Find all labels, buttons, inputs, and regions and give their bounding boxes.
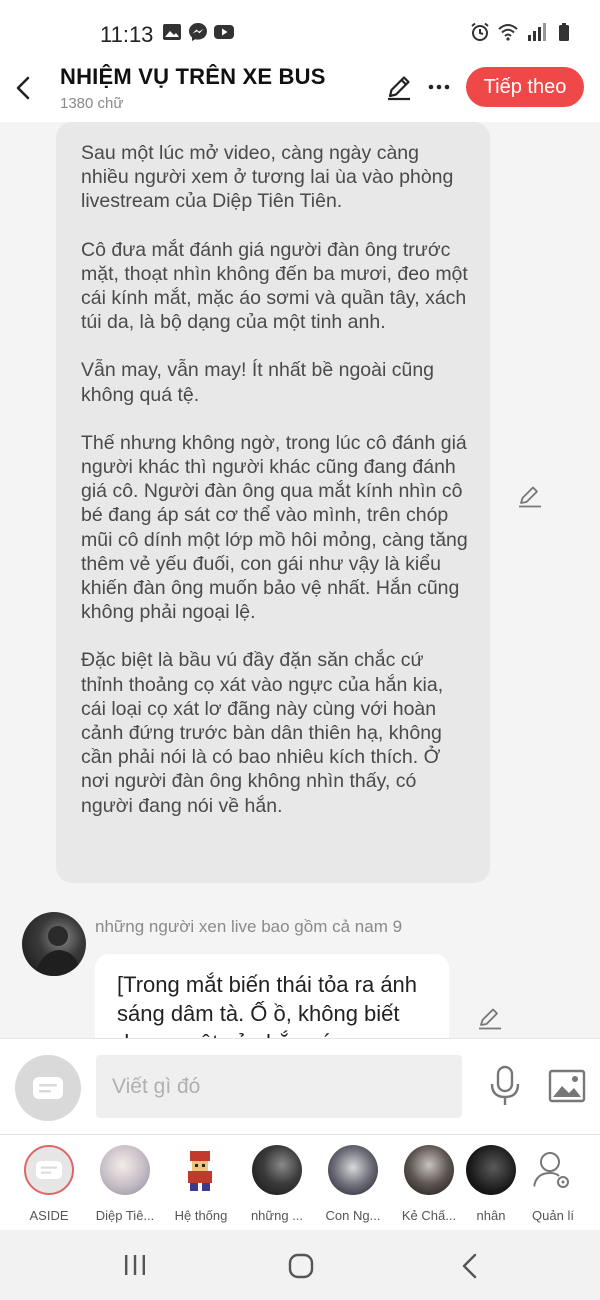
- user-settings-icon: [533, 1152, 569, 1188]
- alarm-icon: [471, 22, 489, 41]
- character-nhung-nguoi[interactable]: những ...: [246, 1145, 308, 1223]
- message-text: [Trong mắt biến thái tỏa ra ánh sáng dâm…: [117, 972, 418, 1038]
- character-selector: ASIDE Diệp Tiê... Hệ thống những ... Con…: [0, 1134, 600, 1231]
- character-con-ng[interactable]: Con Ng...: [322, 1145, 384, 1223]
- character-label: Kẻ Chấ...: [401, 1208, 457, 1223]
- narration-paragraph: Đặc biệt là bầu vú đầy đặn săn chắc cứ t…: [81, 649, 444, 817]
- image-upload-icon[interactable]: [548, 1069, 586, 1103]
- composer-bar: [0, 1038, 600, 1135]
- status-bar: 11:13: [0, 0, 600, 60]
- recent-apps-icon[interactable]: [122, 1252, 148, 1278]
- aside-avatar: [24, 1145, 74, 1195]
- avatar-person-icon: [34, 926, 82, 976]
- character-nhan[interactable]: nhân: [460, 1145, 522, 1223]
- system-navigation-bar: [0, 1230, 600, 1300]
- narration-text: Sau một lúc mở video, càng ngày càng nhi…: [81, 141, 471, 842]
- narration-mode-button[interactable]: [15, 1055, 81, 1121]
- messenger-icon: [189, 23, 207, 41]
- image-icon: [163, 24, 181, 40]
- edit-pencil-icon[interactable]: [384, 72, 414, 102]
- youtube-icon: [214, 25, 234, 39]
- edit-narration-icon[interactable]: [516, 482, 544, 510]
- edit-message-icon[interactable]: [476, 1004, 504, 1032]
- chat-bubble-icon: [33, 1077, 63, 1099]
- battery-icon: [559, 23, 569, 41]
- word-count: 1380 chữ: [60, 95, 124, 112]
- character-label: Con Ng...: [325, 1208, 381, 1223]
- chat-content[interactable]: Sau một lúc mở video, càng ngày càng nhi…: [0, 122, 600, 1038]
- character-label: Diệp Tiê...: [95, 1208, 155, 1223]
- character-label: ASIDE: [29, 1208, 69, 1223]
- character-diep-tien-tien[interactable]: Diệp Tiê...: [94, 1145, 156, 1223]
- character-label: nhân: [476, 1208, 506, 1223]
- character-ke-cha[interactable]: Kẻ Chấ...: [398, 1145, 460, 1223]
- story-title: NHIỆM VỤ TRÊN XE BUS: [60, 64, 326, 89]
- narration-paragraph: Sau một lúc mở video, càng ngày càng nhi…: [81, 142, 454, 213]
- back-nav-icon[interactable]: [458, 1252, 482, 1280]
- signal-icon: [528, 23, 546, 41]
- story-header: NHIỆM VỤ TRÊN XE BUS 1380 chữ Tiếp theo: [0, 60, 600, 122]
- narration-paragraph: Cô đưa mắt đánh giá người đàn ông trước …: [81, 238, 468, 334]
- character-avatar: [404, 1145, 454, 1195]
- message-input[interactable]: [96, 1055, 462, 1118]
- character-avatar: [252, 1145, 302, 1195]
- character-avatar: [176, 1145, 226, 1195]
- pixel-character-icon: [188, 1151, 212, 1191]
- manage-characters-button[interactable]: Quản lí: [522, 1145, 584, 1223]
- status-time: 11:13: [100, 22, 154, 47]
- character-avatar: [100, 1145, 150, 1195]
- home-icon[interactable]: [287, 1252, 315, 1280]
- chat-bubble-icon: [36, 1161, 62, 1179]
- next-button[interactable]: Tiếp theo: [466, 67, 584, 107]
- microphone-icon[interactable]: [488, 1065, 522, 1107]
- sender-avatar[interactable]: [22, 912, 86, 976]
- character-avatar: [466, 1145, 516, 1195]
- narration-bubble[interactable]: Sau một lúc mở video, càng ngày càng nhi…: [56, 122, 490, 883]
- message-bubble[interactable]: [Trong mắt biến thái tỏa ra ánh sáng dâm…: [95, 954, 449, 1038]
- character-he-thong[interactable]: Hệ thống: [170, 1145, 232, 1223]
- wifi-icon: [498, 24, 518, 41]
- character-label: Quản lí: [532, 1208, 574, 1223]
- narration-paragraph: Vẫn may, vẫn may! Ít nhất bề ngoài cũng …: [81, 359, 435, 406]
- message-sender: những người xen live bao gồm cả nam 9: [95, 917, 403, 936]
- notification-icons: [162, 22, 234, 42]
- system-icons: [470, 22, 574, 42]
- character-avatar: [328, 1145, 378, 1195]
- narration-paragraph: Thế nhưng không ngờ, trong lúc cô đánh g…: [81, 431, 468, 624]
- character-label: Hệ thống: [174, 1208, 228, 1223]
- back-arrow-icon[interactable]: [8, 72, 40, 104]
- character-label: những ...: [250, 1208, 304, 1223]
- character-aside[interactable]: ASIDE: [18, 1145, 80, 1223]
- more-options-icon[interactable]: [424, 72, 454, 102]
